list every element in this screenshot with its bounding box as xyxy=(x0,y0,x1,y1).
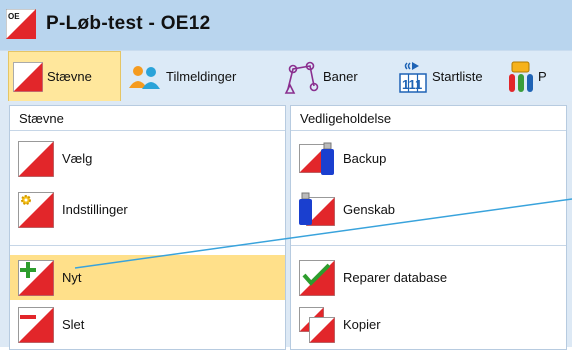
panel-vedligeholdelse-title: Vedligeholdelse xyxy=(291,106,566,131)
flag-copy-icon xyxy=(299,307,335,343)
menu-item-genskab-label: Genskab xyxy=(343,202,396,217)
tab-staevne[interactable]: Stævne xyxy=(8,51,121,102)
panel-staevne: Stævne Vælg Indstillinger Nyt Slet xyxy=(9,105,286,350)
people-icon xyxy=(129,65,160,89)
tab-tilmeldinger[interactable]: Tilmeldinger xyxy=(128,51,236,102)
start-clock-icon: 111 xyxy=(399,61,427,93)
panel-vedligeholdelse: Vedligeholdelse Backup Genskab Reparer d… xyxy=(290,105,567,350)
flag-settings-icon xyxy=(18,192,54,228)
menu-item-backup-label: Backup xyxy=(343,151,387,166)
flag-usb-backup-icon xyxy=(299,142,334,175)
menu-item-reparer-database[interactable]: Reparer database xyxy=(291,255,566,300)
orienteering-flag-icon xyxy=(13,61,43,92)
tab-baner-label: Baner xyxy=(323,69,358,84)
menu-item-reparer-database-label: Reparer database xyxy=(343,270,448,285)
menu-item-indstillinger[interactable]: Indstillinger xyxy=(10,187,285,232)
menu-item-nyt[interactable]: Nyt xyxy=(10,255,285,300)
tab-tilmeldinger-label: Tilmeldinger xyxy=(166,69,237,84)
ribbon-toolbar: Stævne Tilmeldinger Baner 111 Startliste… xyxy=(0,50,572,102)
menu-item-genskab[interactable]: Genskab xyxy=(291,187,566,232)
tab-p-label: P xyxy=(538,69,547,84)
menu-item-indstillinger-label: Indstillinger xyxy=(62,202,128,217)
panels-area: Stævne Vælg Indstillinger Nyt Slet Vedli… xyxy=(0,101,572,350)
menu-item-slet[interactable]: Slet xyxy=(10,302,285,347)
course-route-icon xyxy=(284,61,319,94)
checkmark-flag-icon xyxy=(299,260,335,296)
panel-staevne-title: Stævne xyxy=(10,106,285,131)
menu-item-slet-label: Slet xyxy=(62,317,85,332)
title-bar: OE P-Løb-test - OE12 xyxy=(0,0,572,50)
menu-item-vaelg-label: Vælg xyxy=(62,151,93,166)
usb-flag-restore-icon xyxy=(299,192,335,226)
menu-item-nyt-label: Nyt xyxy=(62,270,82,285)
window-title: P-Løb-test - OE12 xyxy=(46,13,211,34)
tab-baner[interactable]: Baner xyxy=(283,51,358,102)
menu-item-vaelg[interactable]: Vælg xyxy=(10,136,285,181)
tab-startliste-label: Startliste xyxy=(432,69,483,84)
si-cards-icon xyxy=(509,61,533,92)
flag-new-icon xyxy=(18,260,54,296)
divider xyxy=(10,245,285,246)
tab-startliste[interactable]: 111 Startliste xyxy=(398,51,483,102)
tab-staevne-label: Stævne xyxy=(47,69,92,84)
flag-delete-icon xyxy=(18,307,54,343)
menu-item-backup[interactable]: Backup xyxy=(291,136,566,181)
tab-p-truncated[interactable]: P xyxy=(508,51,547,102)
svg-text:111: 111 xyxy=(402,77,422,92)
svg-text:OE: OE xyxy=(8,12,20,21)
menu-item-kopier[interactable]: Kopier xyxy=(291,302,566,347)
menu-item-kopier-label: Kopier xyxy=(343,317,381,332)
divider xyxy=(291,245,566,246)
flag-icon xyxy=(18,141,54,177)
oe-logo-icon: OE xyxy=(6,9,36,39)
